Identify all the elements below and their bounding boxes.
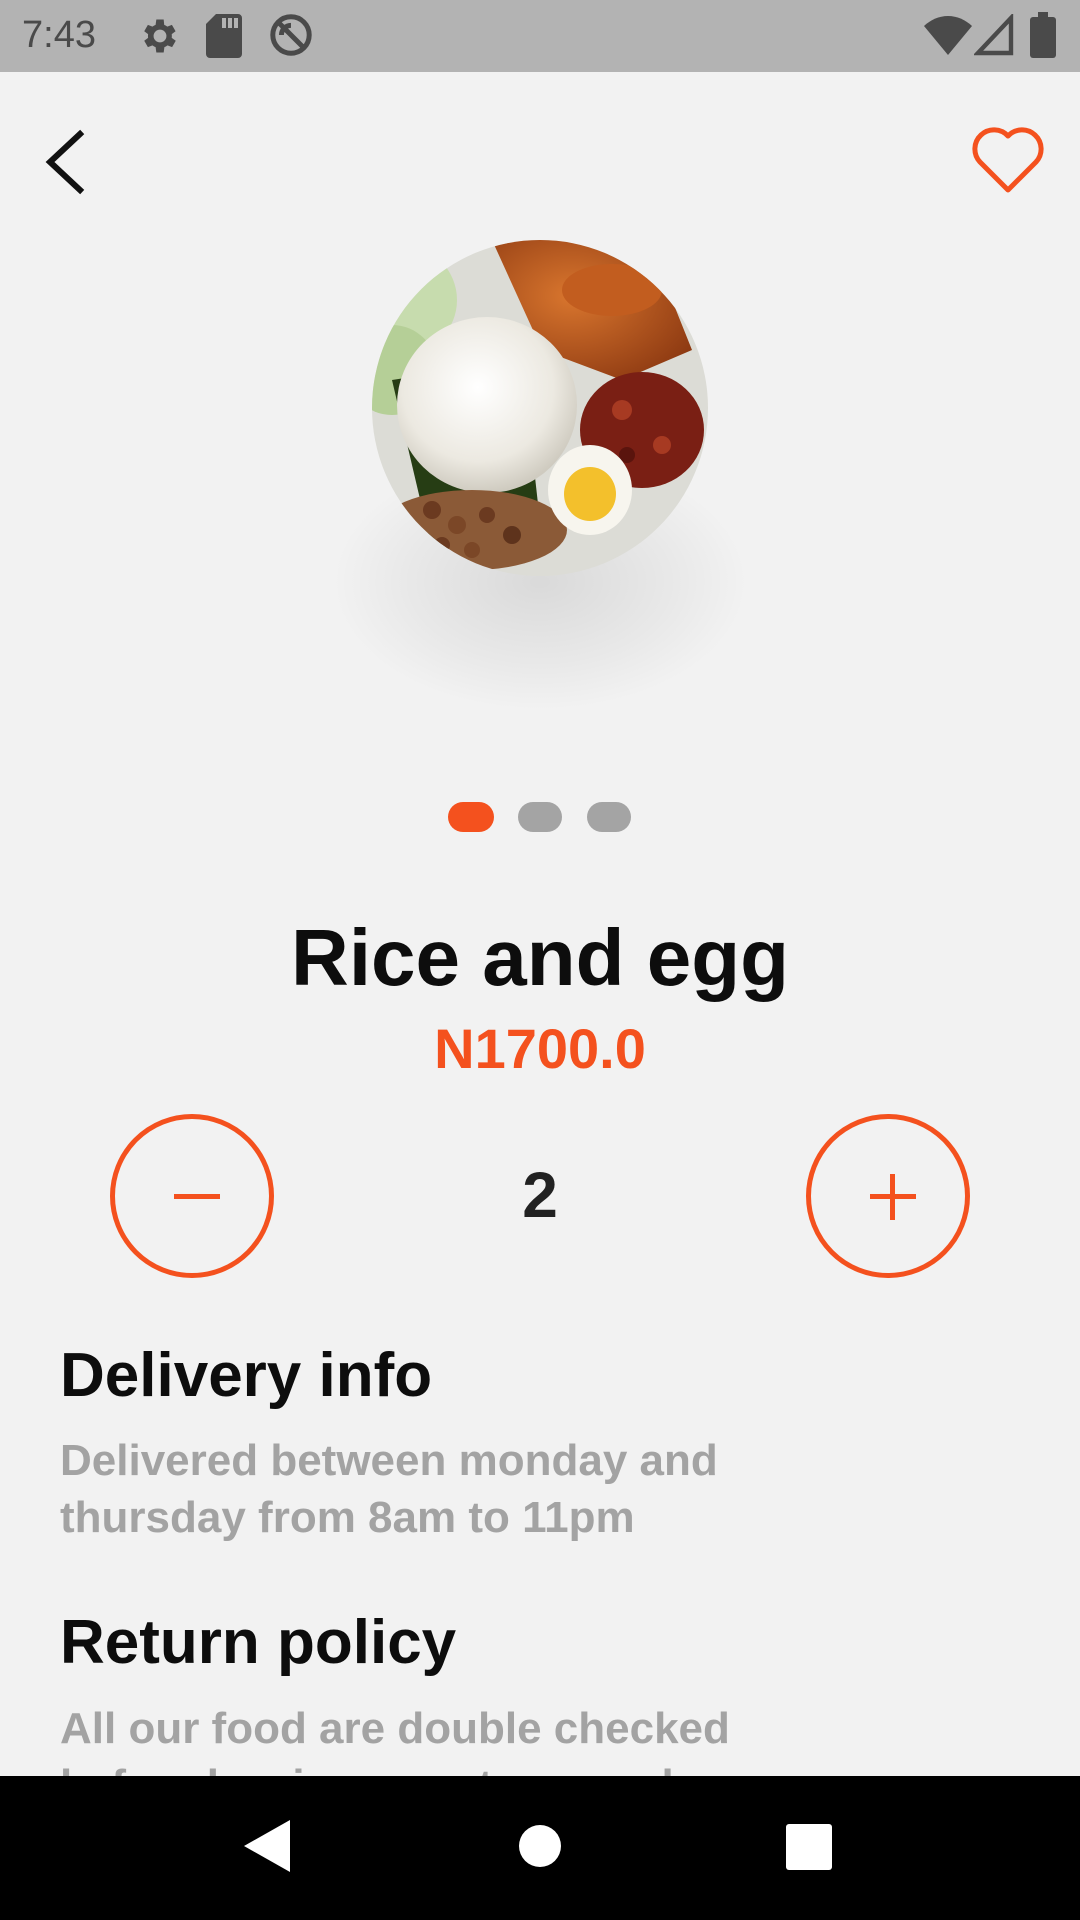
image-carousel-indicator — [0, 802, 1080, 832]
product-name: Rice and egg — [291, 913, 789, 1002]
product-price: N1700.0 — [434, 1017, 646, 1080]
favorite-button[interactable] — [970, 124, 1046, 196]
nav-home-icon[interactable] — [518, 1824, 562, 1873]
do-not-disturb-icon — [268, 12, 314, 63]
navigation-bar — [0, 1776, 1080, 1920]
quantity-value: 2 — [522, 1159, 558, 1231]
decrement-quantity-button[interactable] — [110, 1114, 274, 1278]
product-detail-screen: Rice and egg N1700.0 2 Delivery info Del… — [0, 72, 1080, 1776]
carousel-dot-3[interactable] — [587, 802, 631, 832]
delivery-info-title: Delivery info — [60, 1341, 433, 1410]
nav-recents-icon[interactable] — [786, 1824, 832, 1875]
chevron-left-icon — [45, 129, 85, 195]
carousel-dot-1[interactable] — [448, 802, 494, 832]
delivery-info-text: Delivered between monday and thursday fr… — [60, 1436, 718, 1542]
nav-back-icon[interactable] — [244, 1820, 290, 1877]
return-policy-text: All our food are double checked before l… — [60, 1704, 730, 1776]
heart-outline-icon — [972, 127, 1044, 193]
wifi-icon — [924, 14, 972, 61]
increment-quantity-button[interactable] — [806, 1114, 970, 1278]
carousel-dot-2[interactable] — [518, 802, 562, 832]
battery-icon — [1030, 12, 1056, 63]
sd-card-icon — [206, 14, 242, 63]
food-image — [372, 240, 708, 576]
back-button[interactable] — [36, 122, 96, 202]
settings-icon — [138, 14, 182, 63]
return-policy-title: Return policy — [60, 1608, 457, 1677]
signal-icon — [972, 12, 1014, 61]
status-bar: 7:43 — [0, 0, 1080, 72]
status-time: 7:43 — [22, 14, 96, 56]
